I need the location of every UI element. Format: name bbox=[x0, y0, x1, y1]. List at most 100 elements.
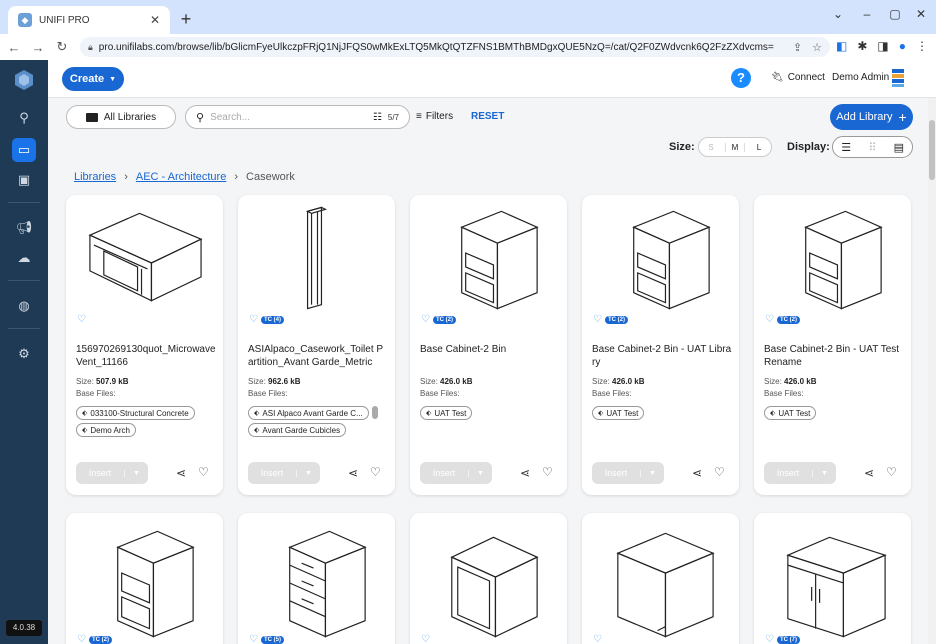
puzzle-icon[interactable]: ✱ bbox=[857, 39, 867, 53]
tag-chip[interactable]: ⬖ UAT Test bbox=[764, 406, 817, 420]
sidebar-settings-icon[interactable]: ⚙ bbox=[12, 342, 36, 366]
tag-chip[interactable]: ⬖ UAT Test bbox=[420, 406, 473, 420]
search-filter-icon[interactable]: ☷ bbox=[373, 112, 382, 123]
content-card[interactable]: ♡ TC (2) Base Cabinet-2 Bin - UAT Librar… bbox=[582, 195, 739, 495]
favorite-heart-icon[interactable]: ♡ bbox=[765, 315, 774, 325]
tag-chip[interactable]: ⬖ Demo Arch bbox=[76, 423, 136, 437]
tag-chip[interactable]: ⬖ UAT Test bbox=[592, 406, 645, 420]
insert-dropdown-icon[interactable]: ▼ bbox=[124, 469, 148, 477]
profile-icon[interactable]: ● bbox=[899, 39, 906, 53]
content-card[interactable]: ♡ TC (4) ASIAlpaco_Casework_Toilet Parti… bbox=[238, 195, 395, 495]
close-window-button[interactable]: ✕ bbox=[906, 4, 936, 24]
content-card[interactable]: ♡ TC (2) Base Cabinet-2 Bin - UAT Test R… bbox=[754, 195, 911, 495]
size-label: Size: bbox=[764, 377, 782, 386]
insert-dropdown-icon[interactable]: ▼ bbox=[296, 469, 320, 477]
card-view-icon[interactable]: ▤ bbox=[892, 141, 906, 154]
grid-view-icon[interactable]: ⠿ bbox=[865, 141, 879, 154]
favorite-heart-icon[interactable]: ♡ bbox=[77, 315, 86, 325]
insert-button[interactable]: Insert ▼ bbox=[420, 462, 492, 484]
size-small-option[interactable]: S bbox=[701, 143, 721, 152]
add-library-button[interactable]: Add Library + bbox=[830, 104, 913, 130]
tag-label: UAT Test bbox=[778, 408, 811, 418]
favorite-heart-icon[interactable]: ♡ bbox=[249, 635, 258, 644]
share-icon[interactable]: ⋖ bbox=[864, 466, 874, 480]
insert-button[interactable]: Insert ▼ bbox=[592, 462, 664, 484]
size-medium-option[interactable]: M bbox=[725, 142, 745, 152]
tag-chip[interactable]: ⬖ Avant Garde Cubicles bbox=[248, 423, 347, 437]
reload-icon[interactable]: ↻ bbox=[53, 39, 71, 55]
all-libraries-button[interactable]: All Libraries bbox=[66, 105, 176, 129]
plug-icon: 🔌︎ bbox=[771, 72, 784, 83]
sidebar-search-icon[interactable]: ⚲ bbox=[12, 106, 36, 130]
favorite-heart-icon[interactable]: ♡ bbox=[593, 315, 602, 325]
insert-dropdown-icon[interactable]: ▼ bbox=[468, 469, 492, 477]
scrollbar-thumb[interactable] bbox=[929, 120, 935, 180]
more-tags-indicator[interactable] bbox=[371, 406, 378, 419]
insert-dropdown-icon[interactable]: ▼ bbox=[640, 469, 664, 477]
sidebar-projects-icon[interactable]: ▣ bbox=[12, 168, 36, 192]
insert-button[interactable]: Insert ▼ bbox=[76, 462, 148, 484]
connect-button[interactable]: 🔌︎ Connect bbox=[771, 72, 825, 83]
forward-arrow-icon[interactable]: → bbox=[29, 40, 47, 55]
help-icon[interactable]: ? bbox=[731, 68, 751, 88]
toilet-partition-thumbnail bbox=[305, 206, 328, 310]
url-field[interactable]: 🔒︎ pro.unifilabs.com/browse/lib/bGlicmFy… bbox=[80, 37, 830, 57]
content-card[interactable]: ♡ 156970269130quot_Microwave Vent_11166 … bbox=[66, 195, 223, 495]
reset-button[interactable]: RESET bbox=[471, 111, 504, 122]
browser-menu-icon[interactable]: ⋮ bbox=[916, 39, 928, 53]
content-card[interactable]: ♡ TC (2) bbox=[66, 513, 223, 644]
bookmark-star-icon[interactable]: ☆ bbox=[812, 41, 822, 54]
sidepanel-icon[interactable]: ◨ bbox=[877, 39, 888, 53]
favorite-heart-icon[interactable]: ♡ bbox=[421, 635, 430, 644]
share-page-icon[interactable]: ⇪ bbox=[793, 41, 802, 54]
breadcrumb-aec-architecture[interactable]: AEC - Architecture bbox=[136, 171, 226, 183]
search-input[interactable] bbox=[210, 111, 367, 123]
share-icon[interactable]: ⋖ bbox=[176, 466, 186, 480]
create-button[interactable]: Create ▼ bbox=[62, 67, 124, 91]
content-card[interactable]: ♡ TC (2) Base Cabinet-2 Bin Size: 426.0 … bbox=[410, 195, 567, 495]
extension-icon[interactable]: ◧ bbox=[836, 39, 847, 53]
tab-close-icon[interactable]: ✕ bbox=[150, 13, 160, 27]
favorite-heart-icon[interactable]: ♡ bbox=[421, 315, 430, 325]
tab-search-chevron-icon[interactable]: ⌄ bbox=[823, 4, 853, 24]
sidebar-globe-icon[interactable]: ◍ bbox=[12, 294, 36, 318]
new-tab-button[interactable]: + bbox=[175, 9, 197, 31]
file-size: 426.0 kB bbox=[440, 377, 473, 386]
list-view-icon[interactable]: ☰ bbox=[839, 141, 853, 154]
minimize-button[interactable]: – bbox=[852, 4, 882, 24]
insert-dropdown-icon[interactable]: ▼ bbox=[812, 469, 836, 477]
browser-tab[interactable]: ◆ UNIFI PRO ✕ bbox=[8, 6, 170, 34]
favorite-icon[interactable]: ♡ bbox=[370, 465, 381, 479]
page-scrollbar[interactable] bbox=[928, 98, 936, 644]
favorite-heart-icon[interactable]: ♡ bbox=[249, 315, 258, 325]
user-name[interactable]: Demo Admin bbox=[832, 72, 889, 83]
sidebar-announcements-icon[interactable]: 📢︎ bbox=[12, 216, 36, 240]
tag-chip[interactable]: ⬖ 033100-Structural Concrete bbox=[76, 406, 195, 420]
url-text: pro.unifilabs.com/browse/lib/bGlicmFyeUl… bbox=[98, 41, 774, 53]
content-card[interactable]: ♡ TC (5) bbox=[238, 513, 395, 644]
back-arrow-icon[interactable]: ← bbox=[5, 40, 23, 55]
content-card[interactable]: ♡ TC (7) bbox=[754, 513, 911, 644]
favorite-icon[interactable]: ♡ bbox=[714, 465, 725, 479]
share-icon[interactable]: ⋖ bbox=[348, 466, 358, 480]
share-icon[interactable]: ⋖ bbox=[520, 466, 530, 480]
favorite-heart-icon[interactable]: ♡ bbox=[77, 635, 86, 644]
favorite-heart-icon[interactable]: ♡ bbox=[593, 635, 602, 644]
unifi-logo-icon[interactable] bbox=[12, 68, 36, 92]
filters-button[interactable]: ≡ Filters bbox=[416, 111, 453, 122]
content-card[interactable]: ♡ bbox=[582, 513, 739, 644]
insert-button[interactable]: Insert ▼ bbox=[248, 462, 320, 484]
favorite-icon[interactable]: ♡ bbox=[886, 465, 897, 479]
sidebar-upload-icon[interactable]: ☁ bbox=[12, 246, 36, 270]
sidebar-libraries-icon[interactable]: ▭ bbox=[12, 138, 36, 162]
tag-chip[interactable]: ⬖ ASI Alpaco Avant Garde C... bbox=[248, 406, 369, 420]
favorite-icon[interactable]: ♡ bbox=[198, 465, 209, 479]
avatar[interactable] bbox=[891, 68, 905, 88]
insert-button[interactable]: Insert ▼ bbox=[764, 462, 836, 484]
content-card[interactable]: ♡ bbox=[410, 513, 567, 644]
favorite-icon[interactable]: ♡ bbox=[542, 465, 553, 479]
size-large-option[interactable]: L bbox=[749, 143, 769, 152]
favorite-heart-icon[interactable]: ♡ bbox=[765, 635, 774, 644]
share-icon[interactable]: ⋖ bbox=[692, 466, 702, 480]
breadcrumb-libraries[interactable]: Libraries bbox=[74, 171, 116, 183]
